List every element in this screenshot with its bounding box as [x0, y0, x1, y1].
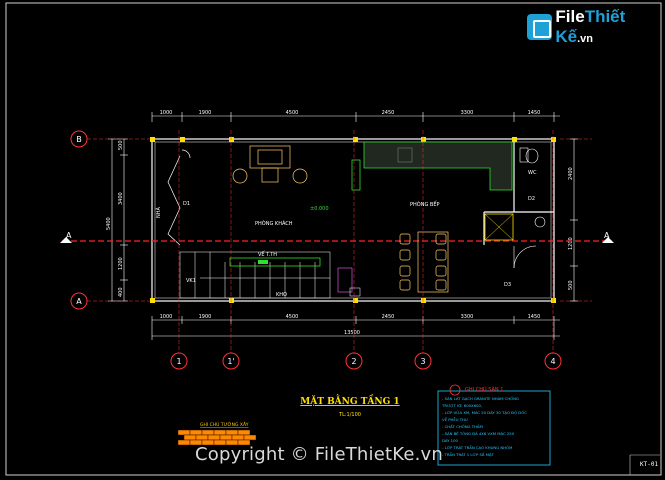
dim-left-4: 400: [118, 287, 124, 297]
axis-col-3: 3: [420, 357, 425, 366]
axis-col-4: 4: [550, 357, 555, 366]
dim-top-5: 3300: [461, 110, 474, 116]
dim-right-3: 500: [568, 280, 574, 290]
door-d1: D1: [183, 201, 190, 207]
brand-left: File: [555, 7, 585, 26]
notes-marker: [449, 384, 461, 396]
wc-fixtures: [513, 147, 546, 269]
axis-col-1p: 1': [227, 357, 234, 366]
wall-label: NHÀ: [155, 207, 162, 219]
brick-legend-icon: [177, 429, 257, 446]
right-dimensions: [570, 138, 578, 302]
dim-left-3: 1200: [118, 257, 124, 270]
top-dimensions: [151, 112, 560, 122]
note-line: - LỚP VỮA XM, MÁC 50 DÀY 30 TẠO ĐỘ DỐC: [442, 410, 527, 415]
drawing-title: MẶT BẰNG TẦNG 1: [300, 394, 399, 407]
dim-top-1: 1000: [160, 110, 173, 116]
dim-bottom-6: 1450: [528, 314, 541, 320]
note-line: TRƯỢT KT: 600X600,: [441, 403, 482, 408]
note-line: - SÀN BÊ TÔNG ĐÁ 4X6 VXM MÁC 250: [442, 431, 515, 436]
dim-bottom-3: 4500: [286, 314, 299, 320]
dim-top-2: 1900: [199, 110, 212, 116]
dim-top-3: 4500: [286, 110, 299, 116]
corridor-label: VẾ T.TH: [258, 250, 277, 258]
axis-row-a: A: [76, 297, 82, 306]
level-mark: ±0.000: [310, 206, 329, 212]
axis-row-b: B: [76, 135, 82, 144]
dim-bottom-4: 2450: [382, 314, 395, 320]
legend-title: GHI CHÚ TƯỜNG XÂY: [200, 421, 249, 428]
door-d2: D2: [528, 196, 535, 202]
room-kitchen: PHÒNG BẾP: [410, 200, 440, 208]
room-stair: VK1: [186, 278, 196, 284]
top-dim-labels: 1000 1900 4500 2450 3300 1450: [160, 110, 541, 116]
kitchen-counter: [351, 141, 513, 191]
dim-bottom-total: 13500: [344, 330, 360, 336]
dim-top-4: 2450: [382, 110, 395, 116]
dim-right-2: 1200: [568, 237, 574, 250]
dim-bottom-2: 1900: [199, 314, 212, 320]
cad-drawing-frame: 1000 1900 4500 2450 3300 1450 B A 5400 5…: [0, 0, 665, 480]
dim-left-total: 5400: [106, 217, 112, 230]
room-store: KHO: [276, 292, 287, 298]
sofa-set-icon: [232, 145, 308, 184]
file-icon: [527, 14, 553, 40]
stair: [179, 251, 331, 299]
dim-bottom-5: 3300: [461, 314, 474, 320]
note-line: - TRẦN TRÁT 1 LỚP SẮ MẬT: [442, 452, 495, 457]
note-line: - CHẤT CHỐNG THẤM: [442, 424, 483, 429]
note-line: VỀ PHỄU THU: [442, 417, 468, 422]
room-wc: WC: [528, 170, 537, 176]
door-d3: D3: [504, 282, 511, 288]
notes-lines: - SÀN LÁT GẠCH GRANITE NHÁM CHỐNG TRƯỢT K…: [441, 396, 527, 457]
dim-bottom-1: 1000: [160, 314, 173, 320]
brand-name: FileThiết Kế.vn: [555, 7, 665, 47]
corridor-marker: [258, 260, 268, 264]
dim-top-6: 1450: [528, 110, 541, 116]
dim-left-1: 500: [118, 140, 124, 150]
floor-plan-drawing: 1000 1900 4500 2450 3300 1450 B A 5400 5…: [5, 2, 662, 476]
corridor-rail: [229, 257, 321, 267]
brand-logo: FileThiết Kế.vn: [527, 7, 665, 46]
note-line: DÀY 100: [442, 438, 459, 443]
brand-suffix: .vn: [577, 33, 594, 45]
bottom-dimensions: [151, 316, 560, 340]
dim-left-2: 3400: [118, 192, 124, 205]
drawing-scale: TL:1/100: [338, 412, 361, 418]
note-line: - SÀN LÁT GẠCH GRANITE NHÁM CHỐNG: [442, 396, 519, 401]
sheet-number: KT-01: [640, 461, 659, 468]
axis-col-1: 1: [176, 357, 181, 366]
axis-col-2: 2: [351, 357, 356, 366]
notes-title: GHI CHÚ SÀN 1: [465, 386, 503, 393]
copyright-watermark: Copyright © FileThietKe.vn: [195, 444, 444, 465]
dim-right-1: 2400: [568, 167, 574, 180]
note-line: - LỚP TRÁT TRẦN CAO KHUNG NHÔM: [442, 445, 512, 450]
room-living: PHÒNG KHÁCH: [255, 220, 293, 227]
